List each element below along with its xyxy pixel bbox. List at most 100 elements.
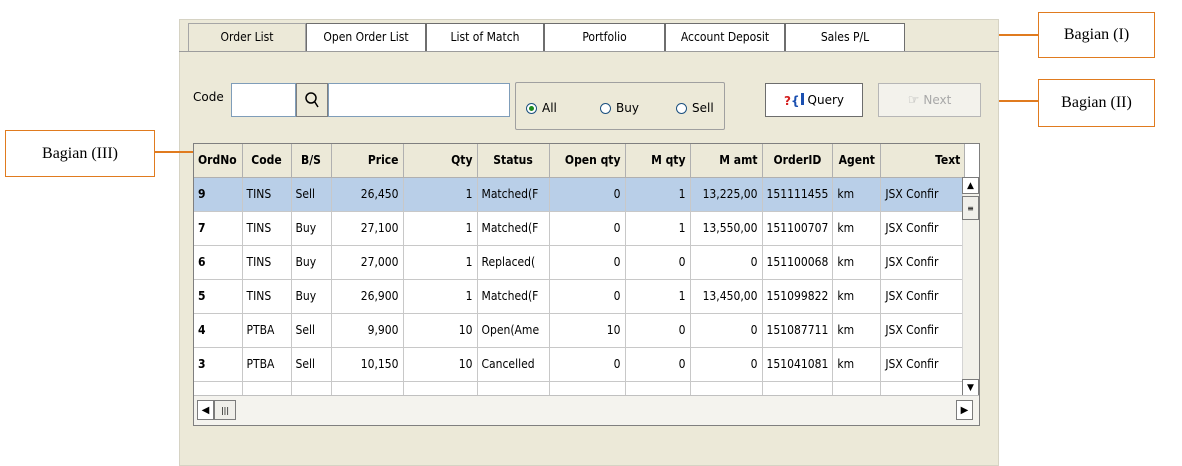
cell-ordno: 9 [194,177,243,212]
tab-list-of-match[interactable]: List of Match [426,23,544,52]
cell-status: Matched(F [477,177,550,212]
callout-line-3 [155,151,193,153]
tab-portfolio[interactable]: Portfolio [544,23,665,52]
cell-m-qty: 1 [625,177,691,212]
callout-line-2 [999,100,1038,102]
cell-qty: 1 [403,211,478,246]
chevron-down-icon: ▼ [967,382,974,393]
cell-qty: 1 [403,279,478,314]
cell-m-amt: 13,225,00 [690,177,763,212]
tab-divider [179,51,999,52]
tab-order-list[interactable]: Order List [188,23,306,52]
code-input[interactable] [231,83,296,117]
col-m-qty[interactable]: M qty [625,144,691,178]
query-button[interactable]: ?{ Query [765,83,863,117]
horizontal-scrollbar[interactable]: ◀ ||| ▶ [194,395,979,425]
cell-status: Replaced( [477,245,550,280]
radio-unchecked-icon [676,102,687,114]
col-open-qty[interactable]: Open qty [549,144,626,178]
cell-m-amt: 13,550,00 [690,211,763,246]
cell-text: JSX Confir [880,177,966,212]
cell-agent: km [832,347,882,382]
scroll-left-button[interactable]: ◀ [197,400,214,420]
cell-qty: 10 [403,313,478,348]
scroll-down-button[interactable]: ▼ [962,379,979,396]
table-row[interactable]: 4 PTBA Sell 9,900 10 Open(Ame 10 0 0 151087711 km J… [194,313,966,348]
callout-bagian-2: Bagian (II) [1038,79,1155,127]
table-row[interactable]: 6 TINS Buy 27,000 1 Replaced(0 0 0 151100068 km JS… [194,245,966,280]
cell-code: PTBA [242,347,292,382]
col-status[interactable]: Status [477,144,550,178]
chevron-left-icon: ◀ [201,404,210,416]
cell-open-qty: 0 [549,347,626,382]
chevron-right-icon: ▶ [960,404,969,416]
col-qty[interactable]: Qty [403,144,478,178]
col-agent[interactable]: Agent [832,144,882,178]
cell-status: Matched(F [477,211,550,246]
cell-m-qty: 0 [625,313,691,348]
table-row[interactable]: 3 PTBA Sell 10,150 10 Cancelled 0 0 0 151041081 km… [194,347,966,382]
radio-sell[interactable]: Sell [676,101,714,115]
radio-unchecked-icon [600,102,611,114]
scroll-right-button[interactable]: ▶ [956,400,973,420]
order-list-grid: OrdNo Code B/S Price Qty Status Open qty… [193,143,980,426]
cell-status: Open(Ame [477,313,550,348]
table-header-row: OrdNo Code B/S Price Qty Status Open qty… [194,144,966,178]
cell-agent: km [832,245,882,280]
cell-m-amt: 0 [690,313,763,348]
cell-agent: km [832,211,882,246]
table-row[interactable]: 7 TINS Buy 27,100 1 Matched(F 0 1 13,550,00 15110… [194,211,966,246]
radio-all[interactable]: All [526,101,557,115]
vertical-scroll-thumb[interactable]: ≡ [962,196,979,220]
table-row[interactable]: 9 TINS Sell 26,450 1 Matched(F 0 1 13,225,00 1511… [194,177,966,212]
cell-open-qty: 0 [549,279,626,314]
callout-bagian-1: Bagian (I) [1038,12,1155,58]
cell-open-qty: 10 [549,313,626,348]
next-button[interactable]: ☞ Next [878,83,981,117]
tab-open-order-list[interactable]: Open Order List [306,23,426,52]
cell-price: 9,900 [331,313,404,348]
cell-orderid: 151111455 [762,177,834,212]
cell-orderid: 151100707 [762,211,834,246]
callout-bagian-3: Bagian (III) [5,130,155,177]
cell-m-qty: 0 [625,347,691,382]
cell-status: Matched(F [477,279,550,314]
scroll-up-button[interactable]: ▲ [962,177,979,194]
cell-bs: Buy [291,279,332,314]
col-code[interactable]: Code [242,144,292,178]
cell-orderid: 151100068 [762,245,834,280]
radio-buy[interactable]: Buy [600,101,639,115]
cell-orderid: 151087711 [762,313,834,348]
cell-qty: 10 [403,347,478,382]
col-bs[interactable]: B/S [291,144,332,178]
cell-bs: Sell [291,313,332,348]
cell-text: JSX Confir [880,245,966,280]
hand-pointer-icon: ☞ [907,92,920,108]
cell-code: TINS [242,279,292,314]
col-orderid[interactable]: OrderID [762,144,834,178]
cell-open-qty: 0 [549,211,626,246]
cell-open-qty: 0 [549,245,626,280]
cell-m-qty: 1 [625,279,691,314]
cell-ordno: 7 [194,211,243,246]
tab-sales-pl[interactable]: Sales P/L [785,23,905,52]
horizontal-scroll-thumb[interactable]: ||| [214,400,236,420]
cell-m-amt: 13,450,00 [690,279,763,314]
cell-orderid: 151041081 [762,347,834,382]
col-text[interactable]: Text [880,144,966,178]
tab-account-deposit[interactable]: Account Deposit [665,23,785,52]
code-name-field [328,83,510,117]
cell-m-qty: 1 [625,211,691,246]
callout-bagian-1-label: Bagian (I) [1063,26,1130,43]
col-m-amt[interactable]: M amt [690,144,763,178]
col-ordno[interactable]: OrdNo [194,144,243,178]
callout-line-1 [999,34,1038,36]
cell-price: 26,900 [331,279,404,314]
search-button[interactable] [296,83,328,117]
chevron-up-icon: ▲ [967,180,974,191]
cell-open-qty: 0 [549,177,626,212]
table-row[interactable]: 5 TINS Buy 26,900 1 Matched(F 0 1 13,450,00 15109… [194,279,966,314]
radio-sell-label: Sell [692,101,714,115]
cell-m-amt: 0 [690,245,763,280]
col-price[interactable]: Price [331,144,404,178]
